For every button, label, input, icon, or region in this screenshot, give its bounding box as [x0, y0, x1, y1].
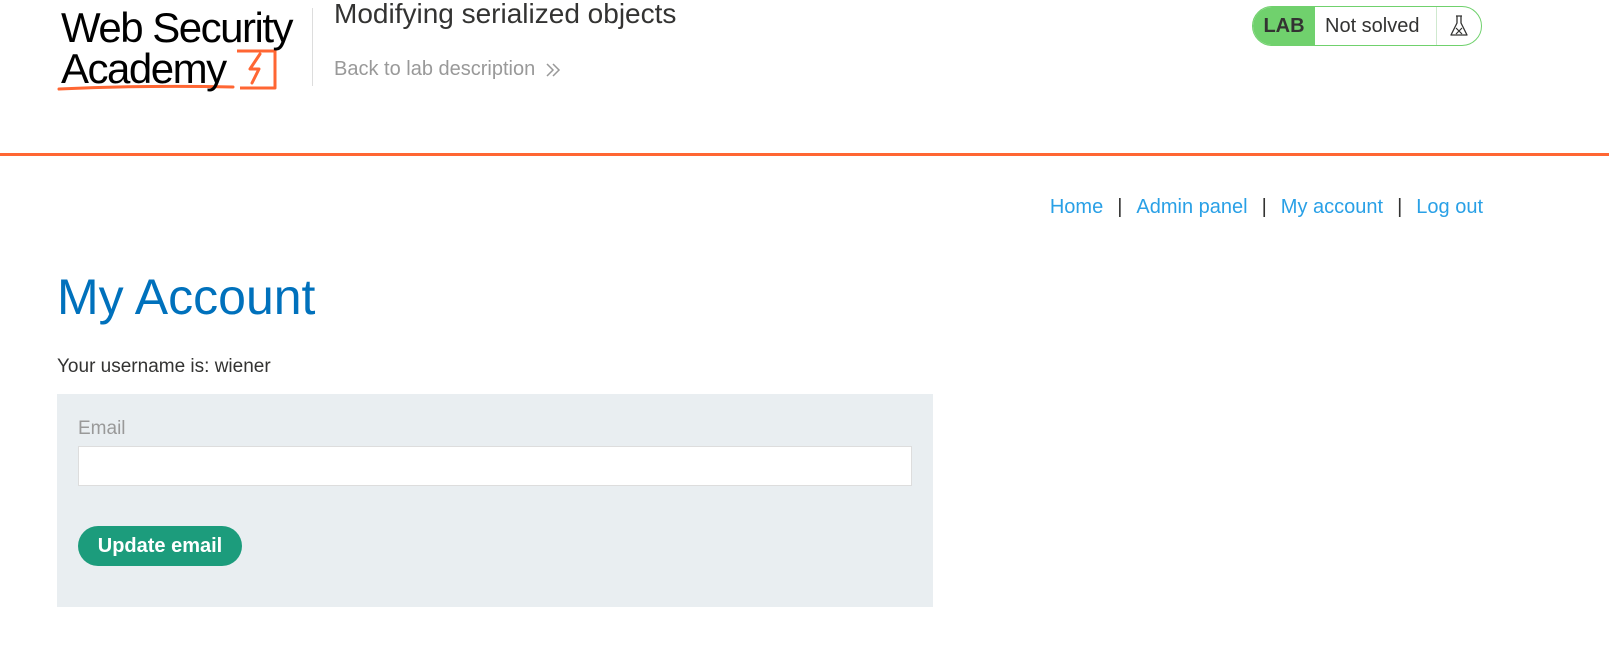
email-label: Email [78, 418, 126, 439]
change-email-form: Email Update email [57, 394, 933, 607]
nav-link-home[interactable]: Home [1050, 196, 1103, 219]
lab-status-widget: LAB Not solved [1252, 6, 1482, 46]
page-title: My Account [57, 269, 316, 325]
lab-status-text: Not solved [1315, 7, 1437, 45]
nav-link-log-out[interactable]: Log out [1416, 196, 1483, 219]
header-divider [312, 8, 313, 86]
nav-separator: | [1117, 196, 1123, 218]
academy-header: Web Security Academy Modifying serialize… [0, 0, 1609, 156]
nav-link-my-account[interactable]: My account [1281, 196, 1383, 219]
nav-link-admin-panel[interactable]: Admin panel [1136, 196, 1247, 219]
username-text: Your username is: wiener [57, 356, 271, 377]
back-to-lab-description-link[interactable]: Back to lab description [334, 58, 561, 81]
logo-text-line2: Academy [61, 45, 227, 92]
update-email-button[interactable]: Update email [78, 526, 242, 566]
top-navigation: Home | Admin panel | My account | Log ou… [1050, 196, 1483, 219]
web-security-academy-logo[interactable]: Web Security Academy [57, 3, 307, 95]
email-input[interactable] [78, 446, 912, 486]
back-link-label: Back to lab description [334, 58, 536, 80]
logo-text-line1: Web Security [61, 4, 294, 51]
nav-separator: | [1261, 196, 1267, 218]
nav-separator: | [1397, 196, 1403, 218]
lab-title: Modifying serialized objects [334, 0, 677, 29]
flask-icon [1450, 15, 1468, 36]
lab-badge: LAB [1253, 7, 1315, 45]
lab-flask-button[interactable] [1437, 7, 1481, 45]
double-chevron-right-icon [546, 62, 561, 77]
